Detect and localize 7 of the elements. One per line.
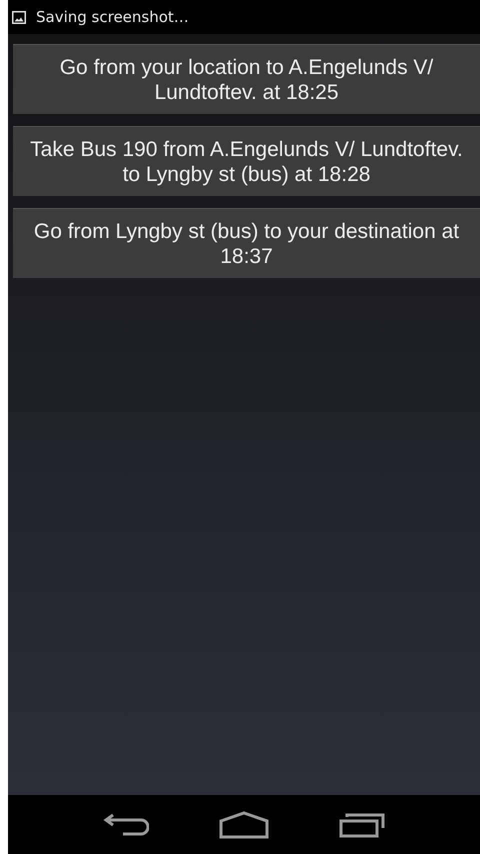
notification-text: Saving screenshot… xyxy=(36,8,189,26)
route-step-button[interactable]: Go from your location to A.Engelunds V/ Lundtoftev. at 18:25 xyxy=(13,44,480,114)
home-icon[interactable] xyxy=(219,810,269,838)
image-icon xyxy=(12,10,26,24)
recent-apps-icon[interactable] xyxy=(339,810,385,838)
route-step-button[interactable]: Go from Lyngby st (bus) to your destination at 18:37 xyxy=(13,208,480,278)
route-step-button[interactable]: Take Bus 190 from A.Engelunds V/ Lundtoftev. to Lyngby st (bus) at 18:28 xyxy=(13,126,480,196)
